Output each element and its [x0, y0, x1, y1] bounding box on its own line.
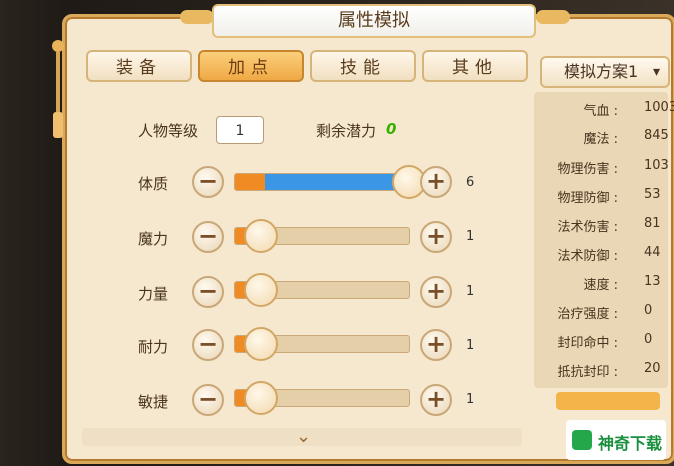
plus-icon[interactable]: + — [420, 384, 452, 416]
slider-knob[interactable] — [244, 381, 278, 415]
plus-icon[interactable]: + — [420, 276, 452, 308]
minus-icon[interactable]: − — [192, 166, 224, 198]
slider-knob[interactable] — [244, 327, 278, 361]
panel-title: 属性模拟 — [212, 4, 536, 38]
minus-icon[interactable]: − — [192, 384, 224, 416]
attr-value-strength: 1 — [466, 284, 475, 299]
tab-add-points[interactable]: 加点 — [198, 50, 304, 82]
title-ornament-left — [180, 10, 214, 24]
tassel-ornament — [52, 40, 64, 140]
slider-constitution[interactable] — [234, 173, 410, 191]
minus-icon[interactable]: − — [192, 221, 224, 253]
attr-label-endurance: 耐力 — [138, 338, 169, 356]
attr-value-endurance: 1 — [466, 338, 475, 353]
potential-value: 0 — [386, 120, 397, 138]
attr-value-agility: 1 — [466, 392, 475, 407]
attr-label-magic: 魔力 — [138, 230, 169, 248]
stats-panel: 气血 :1003 魔法 :845 物理伤害 :103 物理防御 :53 法术伤害… — [534, 92, 674, 388]
minus-icon[interactable]: − — [192, 329, 224, 361]
attr-label-strength: 力量 — [138, 285, 169, 303]
slider-knob[interactable] — [244, 273, 278, 307]
plus-icon[interactable]: + — [420, 329, 452, 361]
watermark-logo-icon — [572, 430, 592, 450]
tab-equipment[interactable]: 装备 — [86, 50, 192, 82]
potential-label: 剩余潜力 — [316, 122, 377, 140]
plus-icon[interactable]: + — [420, 166, 452, 198]
level-label: 人物等级 — [138, 122, 199, 140]
minus-icon[interactable]: − — [192, 276, 224, 308]
attr-label-constitution: 体质 — [138, 175, 169, 193]
scheme-label: 模拟方案1 — [564, 62, 639, 81]
chevron-down-icon: ▾ — [652, 64, 660, 80]
watermark-text: 神奇下载 — [598, 434, 663, 453]
plus-icon[interactable]: + — [420, 221, 452, 253]
attr-label-agility: 敏捷 — [138, 393, 169, 411]
chevron-down-icon[interactable]: ⌄ — [296, 426, 311, 447]
confirm-button-edge[interactable] — [556, 392, 660, 410]
tab-other[interactable]: 其他 — [422, 50, 528, 82]
level-input[interactable]: 1 — [216, 116, 264, 144]
scheme-dropdown[interactable]: 模拟方案1 ▾ — [540, 56, 670, 88]
tab-skills[interactable]: 技能 — [310, 50, 416, 82]
slider-knob[interactable] — [244, 219, 278, 253]
attr-value-constitution: 6 — [466, 175, 475, 190]
attr-value-magic: 1 — [466, 229, 475, 244]
title-ornament-right — [536, 10, 570, 24]
